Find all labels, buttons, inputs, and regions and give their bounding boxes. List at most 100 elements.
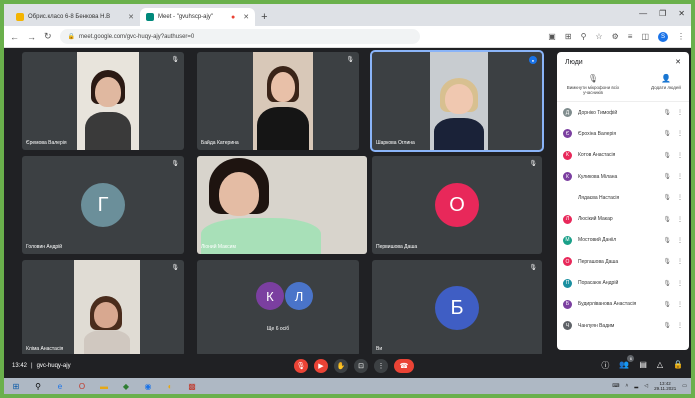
muted-mic-icon[interactable]: 🎙 [663, 130, 671, 137]
muted-mic-icon[interactable]: 🎙 [663, 258, 671, 265]
present-button[interactable]: ⊡ [354, 359, 368, 373]
muted-mic-icon[interactable]: 🎙 [663, 301, 671, 308]
maximize-icon[interactable]: ❐ [659, 9, 666, 18]
back-icon[interactable]: ← [10, 32, 19, 42]
star-icon[interactable]: ☆ [595, 32, 602, 41]
extension-icon[interactable]: ⚙ [612, 32, 619, 41]
participant-list-item[interactable]: О Пергашова Даша 🎙 ⋮ [557, 251, 689, 272]
add-people-button[interactable]: 👤 Додати людей [649, 74, 683, 95]
participant-list-item[interactable]: К Котов Анастасія 🎙 ⋮ [557, 145, 689, 166]
participant-list-item[interactable]: Б Будирліванова Анастасія 🎙 ⋮ [557, 294, 689, 315]
participant-tile[interactable]: 🎙 Кліма Анастасія [22, 260, 184, 356]
participant-tile-self[interactable]: Б 🎙 Ви [372, 260, 542, 356]
translate-icon[interactable]: ⊞ [565, 32, 572, 41]
sidebar-icon[interactable]: ◫ [641, 32, 649, 41]
participant-tile-group[interactable]: К Л Ще 6 осіб [197, 260, 359, 356]
muted-mic-icon[interactable]: 🎙 [663, 216, 671, 223]
search-icon[interactable]: ⚲ [30, 380, 46, 392]
leave-call-button[interactable]: ☎ [394, 359, 414, 373]
zoom-icon[interactable]: ⚲ [581, 32, 587, 41]
participant-tile[interactable]: О 🎙 Первишова Даша [372, 156, 542, 254]
muted-mic-icon[interactable]: 🎙 [663, 173, 671, 180]
notifications-icon[interactable]: ▭ [682, 383, 687, 389]
profile-avatar[interactable]: S [658, 31, 668, 42]
people-icon[interactable]: 👥 6 [619, 355, 635, 371]
speaking-indicator-icon: ● [529, 56, 537, 64]
menu-icon[interactable]: ⋮ [677, 32, 685, 41]
meet-favicon-icon [146, 13, 155, 21]
opera-icon[interactable]: O [74, 380, 90, 392]
participant-tile[interactable]: Ліоний Максим [197, 156, 367, 254]
forward-icon[interactable]: → [27, 32, 36, 42]
activities-icon[interactable]: △ [657, 360, 663, 371]
participant-list-item[interactable]: Лядаєва Настасія 🎙 ⋮ [557, 187, 689, 208]
close-tab-icon[interactable]: ✕ [128, 13, 134, 21]
more-options-icon[interactable]: ⋮ [677, 130, 683, 137]
media-icon[interactable]: ▩ [184, 380, 200, 392]
more-options-icon[interactable]: ⋮ [677, 258, 683, 265]
tab-search-icon[interactable]: ≡ [628, 32, 633, 41]
address-bar[interactable]: 🔒 meet.google.com/gvc-huqy-ajy?authuser=… [59, 29, 420, 44]
chat-icon[interactable]: ▤ [639, 360, 647, 371]
more-options-icon[interactable]: ⋮ [677, 152, 683, 159]
minimize-icon[interactable]: — [639, 9, 647, 18]
app-icon[interactable]: ◆ [118, 380, 134, 392]
participant-list-item[interactable]: К Куликова Мілана 🎙 ⋮ [557, 166, 689, 187]
raise-hand-button[interactable]: ✋ [334, 359, 348, 373]
panel-actions: 🎙 Вимкнути мікрофони всіх учасників 👤 До… [557, 72, 689, 101]
windows-start-icon[interactable]: ⊞ [8, 380, 24, 392]
participant-tile[interactable]: 🎙 Байда Катерина [197, 52, 359, 150]
muted-mic-icon[interactable]: 🎙 [663, 322, 671, 329]
browser-tab-active[interactable]: Meet - "gvuhscp-ajy" ● ✕ [140, 8, 256, 26]
muted-mic-icon[interactable]: 🎙 [663, 237, 671, 244]
more-options-icon[interactable]: ⋮ [677, 216, 683, 223]
mute-all-button[interactable]: 🎙 Вимкнути мікрофони всіх учасників [563, 74, 623, 95]
camera-toggle-button[interactable]: ▶ [314, 359, 328, 373]
close-panel-icon[interactable]: ✕ [675, 58, 681, 66]
muted-mic-icon[interactable]: 🎙 [663, 280, 671, 287]
close-tab-icon[interactable]: ✕ [243, 13, 249, 21]
more-options-icon[interactable]: ⋮ [677, 301, 683, 308]
lock-settings-icon[interactable]: 🔒 [673, 360, 683, 371]
new-tab-icon[interactable]: + [261, 11, 267, 23]
muted-mic-icon[interactable]: 🎙 [663, 152, 671, 159]
participant-list-item[interactable]: Ч Чанлуян Вадим 🎙 ⋮ [557, 315, 689, 336]
participant-list-item[interactable]: Л Люсікий Макар 🎙 ⋮ [557, 208, 689, 229]
more-options-icon[interactable]: ⋮ [677, 322, 683, 329]
participant-list-item[interactable]: П Порасаюк Андрій 🎙 ⋮ [557, 272, 689, 293]
reload-icon[interactable]: ↻ [44, 31, 52, 42]
participant-tile-speaking[interactable]: ● Шаркова Оглина [370, 50, 544, 152]
muted-mic-icon: 🎙 [171, 57, 179, 63]
close-window-icon[interactable]: ✕ [678, 9, 685, 18]
chevron-up-icon[interactable]: ˄ [625, 383, 628, 389]
volume-icon[interactable]: ◁ [644, 383, 648, 389]
more-options-icon[interactable]: ⋮ [677, 280, 683, 287]
participant-list-item[interactable]: М Мостовий Данііл 🎙 ⋮ [557, 230, 689, 251]
tab-title: Meet - "gvuhscp-ajy" [158, 14, 213, 20]
explorer-icon[interactable]: ▬ [96, 380, 112, 392]
muted-mic-icon[interactable]: 🎙 [663, 109, 671, 116]
browser-tab[interactable]: Обрис.класо 6-8 Бенкова Н.В ✕ [10, 8, 140, 26]
camera-icon[interactable]: ▣ [548, 32, 556, 41]
muted-mic-icon[interactable]: 🎙 [663, 194, 671, 201]
more-options-icon[interactable]: ⋮ [677, 109, 683, 116]
mic-toggle-button[interactable]: 🎙 [294, 359, 308, 373]
participant-list-item[interactable]: Д Дорніко Тимофій 🎙 ⋮ [557, 102, 689, 123]
info-icon[interactable]: ⓘ [601, 360, 609, 371]
more-options-icon[interactable]: ⋮ [677, 194, 683, 201]
more-options-icon[interactable]: ⋮ [677, 173, 683, 180]
more-options-icon[interactable]: ⋮ [677, 237, 683, 244]
network-icon[interactable]: ▂ [634, 383, 638, 389]
keyboard-icon[interactable]: ⌨ [612, 383, 619, 389]
system-clock[interactable]: 13:42 29.11.2021 [654, 381, 676, 391]
more-options-button[interactable]: ⋮ [374, 359, 388, 373]
participant-name: Ліоний Максим [201, 244, 236, 250]
participant-tile[interactable]: 🎙 Єремова Валерія [22, 52, 184, 150]
url-text: meet.google.com/gvc-huqy-ajy?authuser=0 [79, 33, 195, 40]
muted-mic-icon: 🎙 [171, 265, 179, 271]
yandex-icon[interactable]: ◐ [162, 380, 178, 392]
participant-tile[interactable]: Г 🎙 Головин Андрій [22, 156, 184, 254]
participant-list-item[interactable]: Є Єрохіна Валерія 🎙 ⋮ [557, 123, 689, 144]
edge-icon[interactable]: e [52, 380, 68, 392]
chrome-icon[interactable]: ◉ [140, 380, 156, 392]
